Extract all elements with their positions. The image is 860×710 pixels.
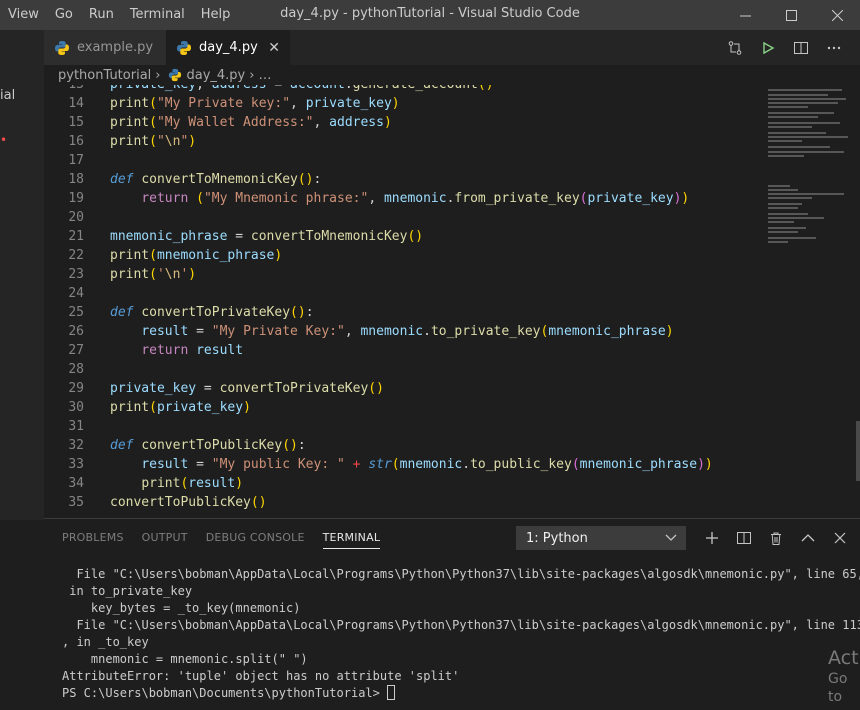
minimap[interactable] xyxy=(762,85,860,517)
close-icon xyxy=(831,9,843,21)
windows-activation-watermark: Acti Go to xyxy=(828,646,860,706)
close-panel-button[interactable] xyxy=(824,524,856,552)
split-editor-button[interactable] xyxy=(784,30,817,65)
git-compare-icon xyxy=(728,40,741,55)
panel-tabs: PROBLEMS OUTPUT DEBUG CONSOLE TERMINAL xyxy=(44,519,381,555)
terminal-line: mnemonic = mnemonic.split(" ") xyxy=(62,652,308,666)
terminal-output[interactable]: File "C:\Users\bobman\AppData\Local\Prog… xyxy=(62,566,860,702)
terminal-cursor xyxy=(387,685,396,700)
terminal-line: , in _to_key xyxy=(62,635,149,649)
menu-terminal[interactable]: Terminal xyxy=(122,0,193,30)
watermark-line-1: Acti xyxy=(828,647,860,669)
tab-output[interactable]: OUTPUT xyxy=(142,531,188,544)
kill-terminal-button[interactable] xyxy=(760,524,792,552)
trash-icon xyxy=(771,532,781,545)
python-file-icon xyxy=(177,40,191,55)
explorer-folder-label[interactable]: ial xyxy=(0,88,15,103)
bottom-panel: PROBLEMS OUTPUT DEBUG CONSOLE TERMINAL 1… xyxy=(44,518,860,710)
menu-help[interactable]: Help xyxy=(193,0,239,30)
minimize-button[interactable] xyxy=(722,0,768,30)
maximize-icon xyxy=(785,9,797,21)
more-actions-button[interactable] xyxy=(817,30,850,65)
close-window-button[interactable] xyxy=(814,0,860,30)
play-icon xyxy=(762,41,774,54)
code-editor[interactable]: 13private_key, address = account.generat… xyxy=(44,85,762,517)
tab-close-icon[interactable]: ✕ xyxy=(268,40,280,56)
breadcrumb-folder[interactable]: pythonTutorial xyxy=(58,68,151,83)
terminal-line: File "C:\Users\bobman\AppData\Local\Prog… xyxy=(62,618,860,632)
chevron-down-icon xyxy=(665,534,677,541)
python-file-icon xyxy=(55,40,69,55)
terminal-line: AttributeError: 'tuple' object has no at… xyxy=(62,669,460,683)
maximize-panel-button[interactable] xyxy=(792,524,824,552)
menu-go[interactable]: Go xyxy=(47,0,81,30)
tab-label: example.py xyxy=(77,40,154,55)
breadcrumb: pythonTutorial › day_4.py › … xyxy=(44,65,860,85)
plus-icon xyxy=(706,532,718,544)
compare-changes-button[interactable] xyxy=(718,30,751,65)
scrollbar-thumb[interactable] xyxy=(856,421,860,481)
terminal-line: key_bytes = _to_key(mnemonic) xyxy=(62,601,301,615)
chevron-right-icon: › xyxy=(249,67,255,83)
tab-problems[interactable]: PROBLEMS xyxy=(62,531,124,544)
window-controls xyxy=(722,0,860,30)
error-marker: • xyxy=(0,133,8,147)
chevron-right-icon: › xyxy=(155,67,161,83)
terminal-select-value: 1: Python xyxy=(526,530,588,546)
run-python-button[interactable] xyxy=(751,30,784,65)
tab-day-4-py[interactable]: day_4.py ✕ xyxy=(166,30,290,65)
editor-actions xyxy=(718,30,850,65)
terminal-select[interactable]: 1: Python xyxy=(516,526,686,550)
editor-tab-bar: example.py day_4.py ✕ xyxy=(44,30,860,65)
panel-actions xyxy=(696,524,856,552)
minimize-icon xyxy=(739,15,751,16)
tab-label: day_4.py xyxy=(199,40,258,55)
explorer-sidebar: ial • xyxy=(0,30,44,520)
chevron-up-icon xyxy=(801,534,815,542)
maximize-button[interactable] xyxy=(768,0,814,30)
terminal-line: File "C:\Users\bobman\AppData\Local\Prog… xyxy=(62,567,860,581)
split-terminal-button[interactable] xyxy=(728,524,760,552)
tab-example-py[interactable]: example.py xyxy=(44,30,166,65)
menu-view[interactable]: View xyxy=(0,0,47,30)
terminal-prompt: PS C:\Users\bobman\Documents\pythonTutor… xyxy=(62,686,388,700)
new-terminal-button[interactable] xyxy=(696,524,728,552)
watermark-line-2: Go to xyxy=(828,671,848,705)
title-bar: View Go Run Terminal Help day_4.py - pyt… xyxy=(0,0,860,30)
close-icon xyxy=(834,532,846,544)
split-terminal-icon xyxy=(737,532,751,544)
breadcrumb-file[interactable]: day_4.py xyxy=(186,68,245,83)
terminal-line: in to_private_key xyxy=(62,584,193,598)
tab-debug-console[interactable]: DEBUG CONSOLE xyxy=(206,531,305,544)
ellipsis-icon xyxy=(827,46,840,49)
menu-bar: View Go Run Terminal Help xyxy=(0,0,238,30)
tab-terminal[interactable]: TERMINAL xyxy=(322,531,381,549)
terminal-prompt-line[interactable]: PS C:\Users\bobman\Documents\pythonTutor… xyxy=(62,685,852,702)
breadcrumb-symbol[interactable]: … xyxy=(258,68,271,83)
python-file-icon xyxy=(169,68,182,82)
split-editor-icon xyxy=(793,41,808,54)
menu-run[interactable]: Run xyxy=(81,0,122,30)
